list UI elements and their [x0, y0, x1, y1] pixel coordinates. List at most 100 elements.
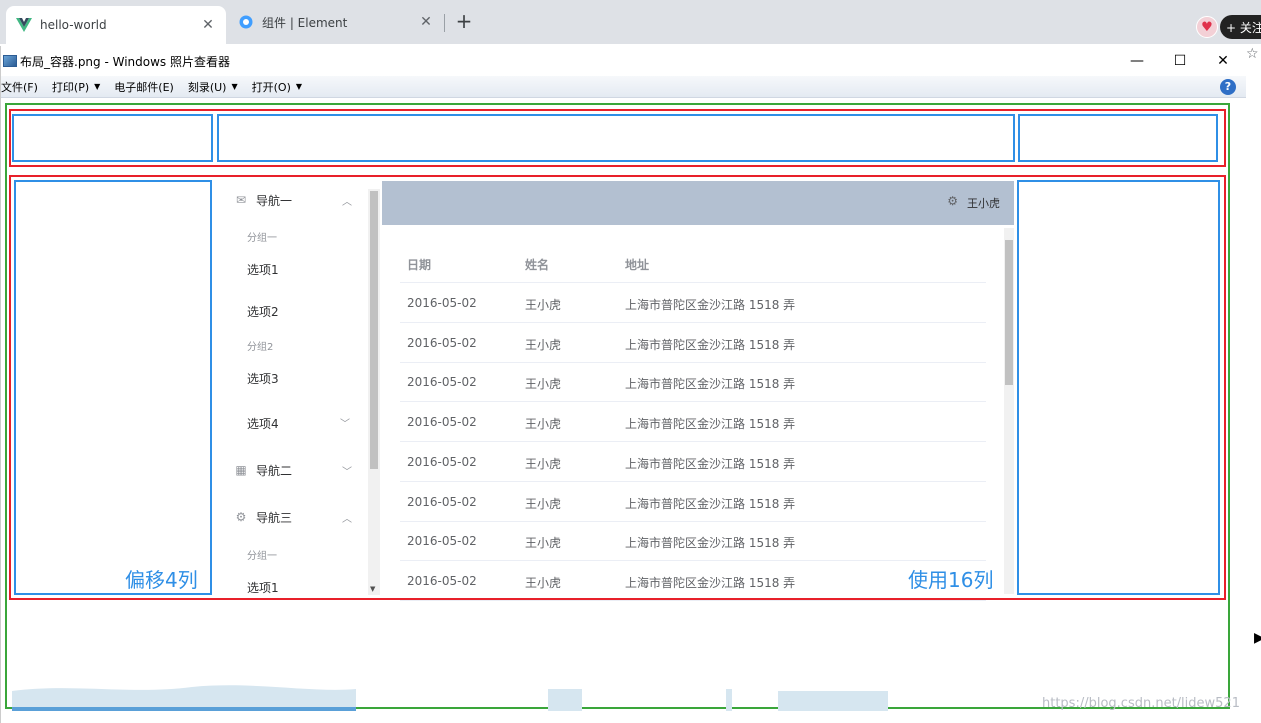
vue-logo-icon — [16, 17, 32, 33]
cell-date: 2016-05-02 — [407, 415, 477, 430]
header-username: 王小虎 — [967, 197, 1000, 210]
cell-address: 上海市普陀区金沙江路 1518 弄 — [625, 298, 796, 312]
gear-icon[interactable]: ⚙ — [947, 194, 958, 208]
mail-icon: ✉ — [235, 193, 247, 207]
table-row[interactable]: 2016-05-02 王小虎 上海市普陀区金沙江路 1518 弄 — [400, 323, 986, 363]
cell-name: 王小虎 — [525, 536, 562, 551]
menu-burn-label: 刻录(U) — [187, 80, 227, 94]
tab-element[interactable]: 组件 | Element ✕ — [228, 6, 444, 38]
table-row[interactable]: 2016-05-02 王小虎 上海市普陀区金沙江路 1518 弄 — [400, 521, 986, 562]
minimize-button[interactable]: — — [1115, 46, 1159, 76]
scrollbar-thumb[interactable] — [1005, 240, 1013, 385]
menu-option-4[interactable]: 选项4 — [247, 415, 279, 432]
viewer-titlebar: 布局_容器.png - Windows 照片查看器 — ☐ ✕ — [1, 46, 1246, 76]
nav-item-3[interactable]: ⚙ 导航三 ︿ — [216, 497, 366, 537]
cell-address: 上海市普陀区金沙江路 1518 弄 — [625, 456, 796, 471]
heart-avatar-icon: ♥ — [1196, 16, 1218, 38]
chevron-up-icon: ︿ — [342, 513, 352, 525]
cell-address: 上海市普陀区金沙江路 1518 弄 — [625, 575, 796, 590]
group-title: 分组一 — [247, 551, 277, 562]
table-row[interactable]: 2016-05-02 王小虎 上海市普陀区金沙江路 1518 弄 — [400, 283, 986, 323]
dropdown-arrow-icon: ▼ — [231, 82, 238, 91]
cell-name: 王小虎 — [525, 575, 562, 590]
menu-burn[interactable]: 刻录(U) ▼ — [188, 79, 244, 95]
table-scrollbar[interactable] — [1004, 228, 1014, 594]
menu-option-1[interactable]: 选项1 — [247, 261, 279, 278]
scroll-down-icon[interactable]: ▼ — [370, 585, 375, 593]
cell-address: 上海市普陀区金沙江路 1518 弄 — [625, 496, 796, 511]
group-title: 分组2 — [247, 342, 274, 353]
gear-icon: ⚙ — [235, 510, 247, 524]
viewer-menubar: 文件(F) 打印(P) ▼ 电子邮件(E) 刻录(U) ▼ 打开(O) ▼ ? — [1, 76, 1246, 98]
table-row[interactable]: 2016-05-02 王小虎 上海市普陀区金沙江路 1518 弄 — [400, 561, 986, 601]
cursor-arrow-icon: ▶ — [1254, 630, 1261, 646]
chevron-down-icon: ﹀ — [340, 419, 350, 430]
cell-name: 王小虎 — [525, 496, 562, 511]
menu-print[interactable]: 打印(P) ▼ — [52, 79, 106, 95]
maximize-button[interactable]: ☐ — [1158, 46, 1202, 76]
menu-open-label: 打开(O) — [251, 80, 291, 94]
window-title: 布局_容器.png - Windows 照片查看器 — [20, 54, 230, 69]
follow-button[interactable]: + 关注 — [1220, 15, 1261, 39]
browser-tabstrip: hello-world ✕ 组件 | Element ✕ + ♥ + 关注 — [0, 0, 1261, 44]
cell-address: 上海市普陀区金沙江路 1518 弄 — [625, 417, 796, 432]
chevron-up-icon: ︿ — [342, 196, 352, 208]
nav-scrollbar[interactable]: ▼ — [368, 189, 380, 595]
close-button[interactable]: ✕ — [1201, 46, 1245, 76]
table-row[interactable]: 2016-05-02 王小虎 上海市普陀区金沙江路 1518 弄 — [400, 482, 986, 522]
nav-item-label: 导航三 — [256, 510, 293, 525]
cell-date: 2016-05-02 — [407, 494, 477, 509]
menu-option-3[interactable]: 选项3 — [247, 370, 279, 387]
cell-name: 王小虎 — [525, 337, 562, 352]
span-label: 使用16列 — [908, 568, 994, 592]
offset-label: 偏移4列 — [125, 568, 198, 592]
header-col-right — [1018, 114, 1218, 162]
cell-date: 2016-05-02 — [407, 454, 477, 469]
menu-option-5[interactable]: 选项1 — [247, 579, 279, 595]
video-wave-decoration — [12, 685, 888, 711]
table-row[interactable]: 2016-05-02 王小虎 上海市普陀区金沙江路 1518 弄 — [400, 402, 986, 443]
main-header: ⚙ 王小虎 — [382, 181, 1014, 225]
new-tab-button[interactable]: + — [452, 10, 476, 34]
table-header-row: 日期 姓名 地址 — [400, 243, 986, 283]
tab-hello-world[interactable]: hello-world ✕ — [6, 6, 226, 44]
chevron-down-icon: ﹀ — [342, 466, 352, 478]
menu-file-label: 文件(F) — [1, 80, 38, 94]
grid-icon: ▦ — [235, 463, 247, 477]
menu-option-2[interactable]: 选项2 — [247, 303, 279, 320]
menu-open[interactable]: 打开(O) ▼ — [252, 79, 308, 95]
cell-date: 2016-05-02 — [407, 573, 477, 588]
nav-item-2[interactable]: ▦ 导航二 ﹀ — [216, 450, 366, 490]
cell-date: 2016-05-02 — [407, 375, 477, 390]
menu-print-label: 打印(P) — [51, 80, 90, 94]
cell-date: 2016-05-02 — [407, 296, 477, 310]
cell-date: 2016-05-02 — [407, 335, 477, 350]
follow-widget[interactable]: ♥ + 关注 — [1196, 14, 1261, 40]
cell-name: 王小虎 — [525, 417, 562, 432]
tab-close-icon[interactable]: ✕ — [418, 14, 434, 30]
tab-close-icon[interactable]: ✕ — [200, 17, 216, 33]
scrollbar-thumb[interactable] — [370, 191, 378, 469]
cell-date: 2016-05-02 — [407, 534, 477, 549]
nav-item-label: 导航一 — [256, 193, 293, 208]
menu-email[interactable]: 电子邮件(E) — [114, 79, 180, 95]
column-header-address: 地址 — [625, 258, 650, 272]
watermark-url: https://blog.csdn.net/lidew521 — [1042, 696, 1240, 711]
nav-item-1[interactable]: ✉ 导航一 ︿ — [216, 189, 366, 220]
menu-file[interactable]: 文件(F) — [1, 79, 44, 95]
cell-name: 王小虎 — [525, 456, 562, 471]
table-row[interactable]: 2016-05-02 王小虎 上海市普陀区金沙江路 1518 弄 — [400, 362, 986, 403]
cell-address: 上海市普陀区金沙江路 1518 弄 — [625, 536, 796, 551]
column-header-name: 姓名 — [525, 258, 550, 272]
tab-divider — [444, 14, 445, 32]
help-icon[interactable]: ? — [1220, 79, 1236, 95]
header-col-center — [217, 114, 1015, 162]
right-col-outline — [1017, 180, 1220, 595]
header-col-left — [12, 114, 213, 162]
cell-address: 上海市普陀区金沙江路 1518 弄 — [625, 337, 796, 352]
tab-label: 组件 | Element — [262, 15, 348, 30]
menu-email-label: 电子邮件(E) — [114, 80, 174, 94]
nav-menu: ✉ 导航一 ︿ 分组一 选项1 选项2 分组2 选项3 选项4 ﹀ ▦ 导航二 … — [216, 189, 381, 595]
table-row[interactable]: 2016-05-02 王小虎 上海市普陀区金沙江路 1518 弄 — [400, 442, 986, 482]
bookmark-star-icon[interactable]: ☆ — [1246, 46, 1259, 62]
